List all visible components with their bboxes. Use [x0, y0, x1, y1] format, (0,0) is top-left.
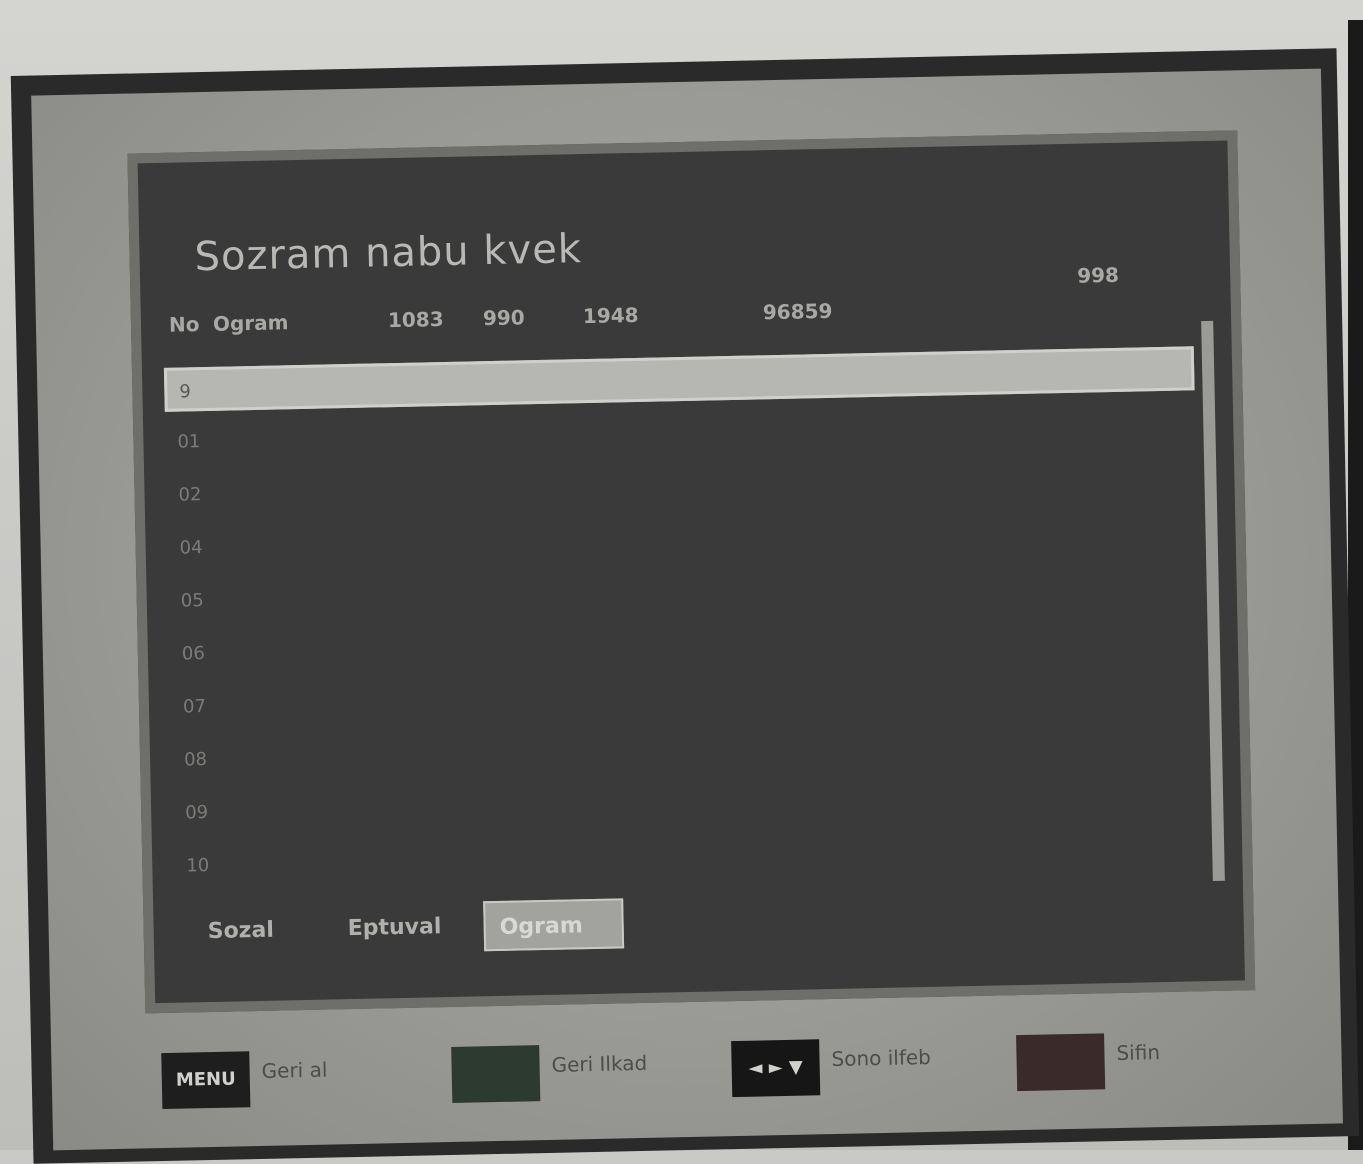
program-list: 9 01 02 04 05 06 07 08 09 10 — [163, 346, 1215, 898]
header-col-1: 1083 — [387, 306, 444, 333]
legend-item-ok: Geri Ilkad — [451, 1037, 647, 1107]
list-item[interactable]: 10 — [174, 823, 1205, 889]
tv-screen: Sozram nabu kvek No Ogram 1083 990 1948 … — [31, 68, 1343, 1151]
eptuval-button[interactable]: Eptuval — [333, 902, 454, 955]
legend-label: Geri Ilkad — [551, 1050, 648, 1077]
legend-label: Sono ilfeb — [831, 1044, 932, 1072]
legend-label: Sifin — [1116, 1040, 1161, 1066]
header-col-2: 990 — [482, 305, 525, 331]
osd-panel: Sozram nabu kvek No Ogram 1083 990 1948 … — [127, 130, 1256, 1014]
legend-item-back: Sifin — [1016, 1025, 1160, 1095]
menu-key-icon: MENU — [161, 1051, 251, 1110]
tv-bezel: Sozram nabu kvek No Ogram 1083 990 1948 … — [10, 48, 1360, 1164]
legend-label: Geri al — [261, 1057, 328, 1083]
column-headers: No Ogram 1083 990 1948 96859 998 — [163, 263, 1204, 353]
ogram-button[interactable]: Ogram — [483, 898, 625, 952]
legend-item-menu: MENU Geri al — [161, 1043, 328, 1113]
sozal-button[interactable]: Sozal — [193, 905, 304, 957]
header-name: Ogram — [212, 310, 289, 336]
header-col-4: 96859 — [762, 298, 833, 325]
legend-item-arrows: ◄ ► ▼ Sono ilfeb — [731, 1031, 931, 1101]
header-col-5: 998 — [1076, 262, 1120, 288]
page-title: Sozram nabu kvek — [194, 226, 583, 281]
back-key-icon — [1016, 1033, 1106, 1092]
header-col-3: 1948 — [582, 302, 639, 329]
arrow-keys-icon: ◄ ► ▼ — [731, 1039, 821, 1098]
osd-buttons: Sozal Eptuval Ogram — [193, 898, 625, 957]
header-no: No — [168, 312, 200, 337]
ok-key-icon — [451, 1045, 541, 1103]
remote-legend: MENU Geri al Geri Ilkad ◄ ► ▼ Sono ilfeb… — [161, 1019, 1292, 1123]
